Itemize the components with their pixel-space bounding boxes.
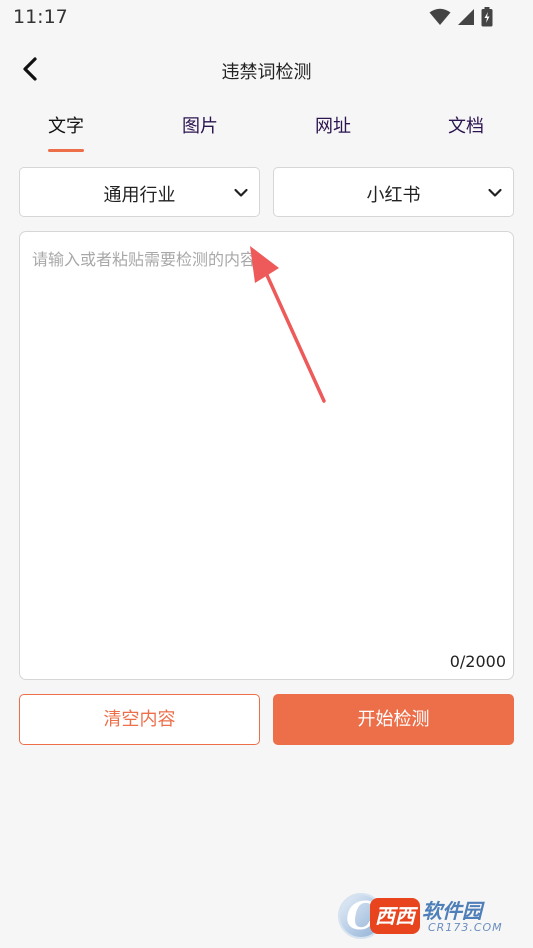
content-editor: 0/2000 bbox=[19, 231, 514, 680]
watermark-logo: C 西西 软件园 CR173.COM bbox=[336, 893, 516, 941]
watermark-url: CR173.COM bbox=[428, 921, 503, 934]
tab-url[interactable]: 网址 bbox=[288, 112, 378, 138]
watermark-name: 软件园 bbox=[422, 899, 482, 923]
page-title: 违禁词检测 bbox=[221, 62, 312, 83]
status-bar: 11:17 bbox=[0, 0, 533, 36]
tab-active-indicator bbox=[48, 149, 84, 152]
battery-charging-icon bbox=[481, 7, 493, 27]
nav-bar: 违禁词检测 bbox=[0, 46, 533, 92]
industry-select-value: 通用行业 bbox=[103, 185, 176, 206]
tab-text[interactable]: 文字 bbox=[21, 112, 111, 152]
tab-label: 网址 bbox=[315, 116, 351, 137]
platform-select-value: 小红书 bbox=[366, 185, 421, 206]
wifi-icon bbox=[429, 8, 451, 25]
tab-label: 图片 bbox=[182, 116, 218, 137]
content-input[interactable] bbox=[20, 232, 513, 679]
cellular-signal-icon bbox=[458, 9, 474, 25]
tab-bar: 文字 图片 网址 文档 bbox=[0, 112, 533, 158]
character-count: 0/2000 bbox=[449, 652, 506, 671]
status-time: 11:17 bbox=[13, 6, 68, 28]
tab-label: 文档 bbox=[448, 116, 484, 137]
tab-label: 文字 bbox=[48, 116, 84, 137]
chevron-down-icon bbox=[234, 188, 248, 197]
start-check-button[interactable]: 开始检测 bbox=[273, 694, 514, 745]
clear-content-button[interactable]: 清空内容 bbox=[19, 694, 260, 745]
tab-document[interactable]: 文档 bbox=[421, 112, 511, 138]
industry-select[interactable]: 通用行业 bbox=[19, 167, 260, 217]
platform-select[interactable]: 小红书 bbox=[273, 167, 514, 217]
tab-image[interactable]: 图片 bbox=[155, 112, 245, 138]
chevron-down-icon bbox=[488, 188, 502, 197]
watermark-badge: 西西 bbox=[370, 898, 420, 934]
status-icons bbox=[429, 7, 493, 27]
